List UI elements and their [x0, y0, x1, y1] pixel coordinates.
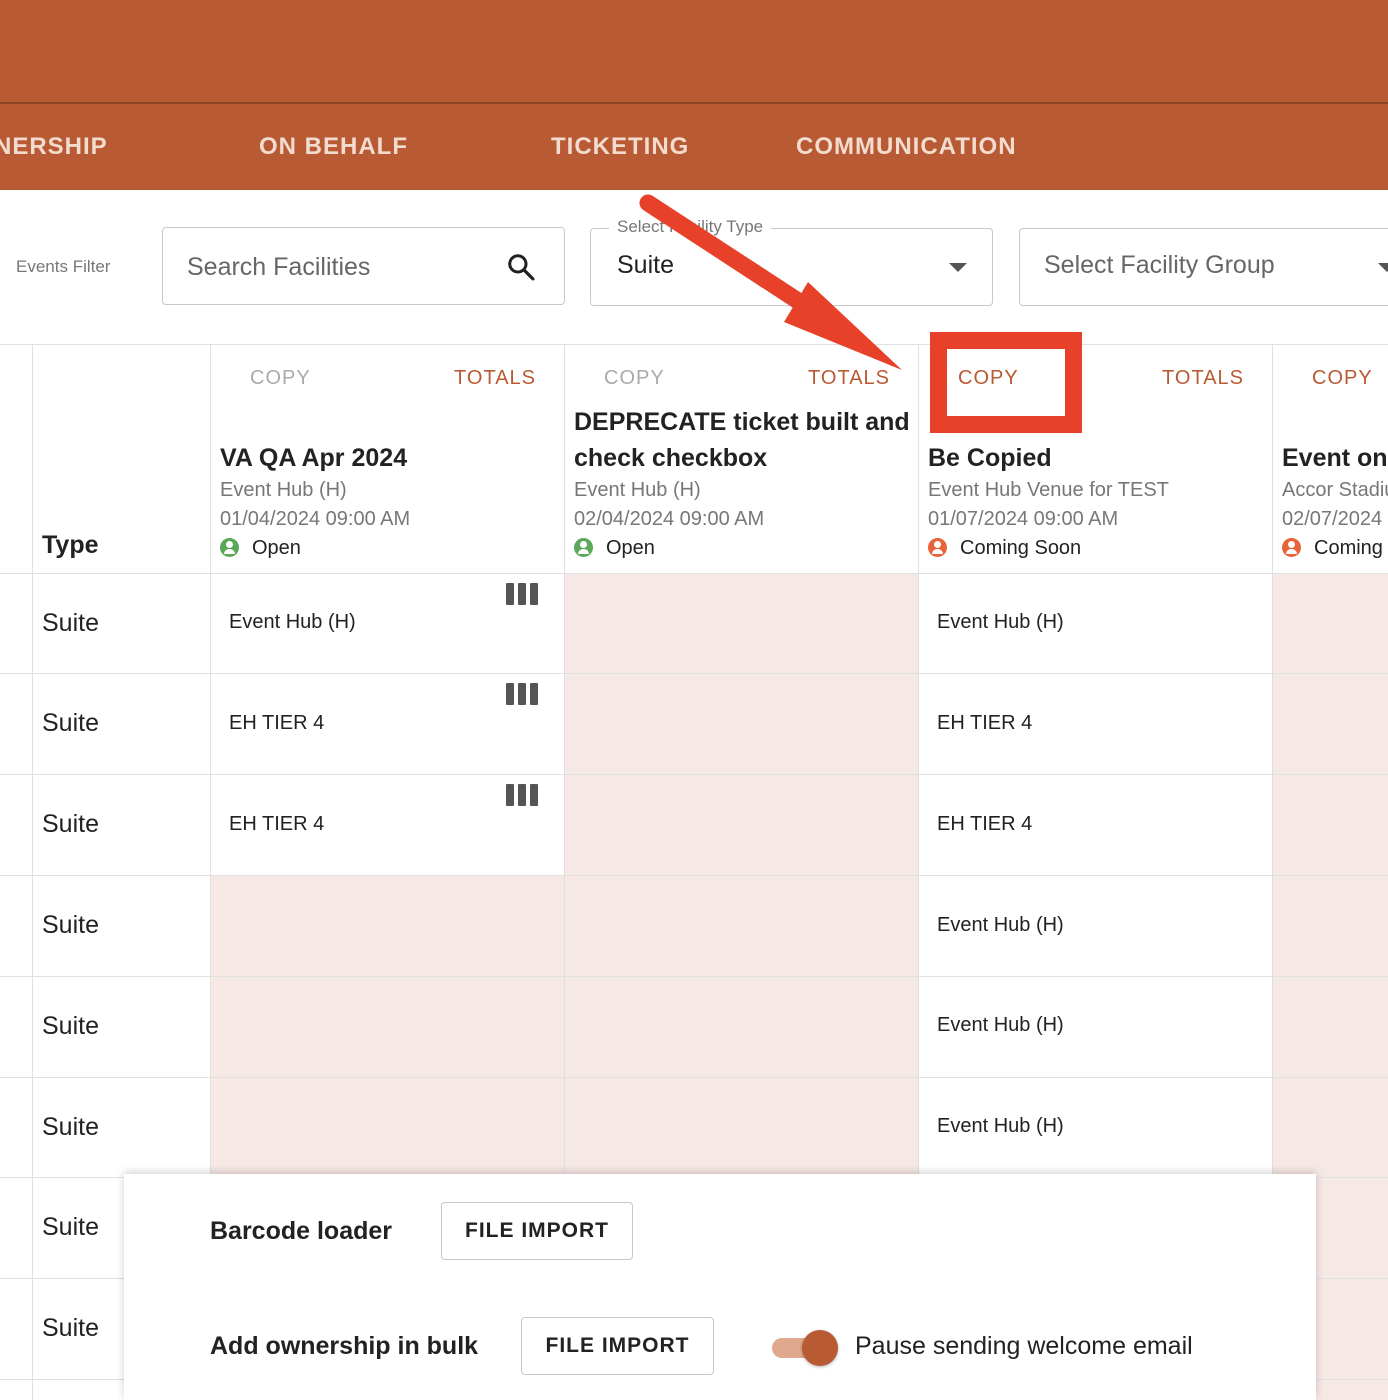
- event-title: Event on: [1282, 444, 1388, 472]
- chevron-down-icon: [1378, 263, 1388, 272]
- app-header: [0, 0, 1388, 103]
- chevron-down-icon: [949, 263, 967, 272]
- type-column-header: Type: [42, 531, 99, 559]
- facility-cell[interactable]: Event Hub (H): [937, 611, 1064, 634]
- facility-cell[interactable]: Event Hub (H): [937, 914, 1064, 937]
- facility-cell[interactable]: EH TIER 4: [229, 712, 324, 735]
- facility-type-label: Select Facility Type: [609, 217, 772, 237]
- row-type: Suite: [42, 709, 99, 737]
- row-type: Suite: [42, 1012, 99, 1040]
- barcode-icon[interactable]: [506, 583, 538, 605]
- status-text: Open: [252, 537, 301, 559]
- event-date: 01/04/2024 09:00 AM: [220, 508, 411, 530]
- grid-line: [0, 573, 1388, 574]
- event-column-header: COPY Event on Accor Stadium 02/07/2024 C…: [1273, 345, 1388, 573]
- event-venue: Event Hub (H): [220, 479, 347, 501]
- row-type: Suite: [42, 1314, 99, 1342]
- events-filter-label: Events Filter: [16, 257, 111, 276]
- grid-line: [0, 875, 1388, 876]
- event-title: VA QA Apr 2024: [220, 444, 408, 472]
- facility-cell[interactable]: Event Hub (H): [229, 611, 356, 634]
- facility-cell[interactable]: EH TIER 4: [937, 813, 1032, 836]
- barcode-loader-label: Barcode loader: [210, 1217, 393, 1245]
- copy-button[interactable]: COPY: [250, 367, 311, 390]
- event-title: DEPRECATE ticket built and: [574, 408, 910, 436]
- filter-bar: Events Filter Select Facility Type Suite…: [0, 190, 1388, 345]
- facility-cell[interactable]: EH TIER 4: [229, 813, 324, 836]
- grid-line: [0, 1077, 1388, 1078]
- event-date: 02/07/2024: [1282, 508, 1383, 530]
- event-date: 02/04/2024 09:00 AM: [574, 508, 765, 530]
- tab-ticketing[interactable]: TICKETING: [551, 104, 689, 190]
- totals-button[interactable]: TOTALS: [808, 367, 890, 390]
- event-venue: Event Hub Venue for TEST: [928, 479, 1169, 501]
- facility-cell[interactable]: Event Hub (H): [937, 1115, 1064, 1138]
- bulk-actions-panel: Barcode loader FILE IMPORT Add ownership…: [124, 1174, 1316, 1400]
- totals-button[interactable]: TOTALS: [1162, 367, 1244, 390]
- grid-line: [32, 345, 33, 1400]
- row-type: Suite: [42, 810, 99, 838]
- pause-welcome-email-toggle[interactable]: [772, 1330, 840, 1366]
- event-venue: Event Hub (H): [574, 479, 701, 501]
- toggle-knob: [802, 1330, 838, 1366]
- bulk-file-import-button[interactable]: FILE IMPORT: [521, 1317, 714, 1375]
- row-type: Suite: [42, 609, 99, 637]
- facility-type-value: Suite: [617, 251, 674, 279]
- tab-on-behalf[interactable]: ON BEHALF: [259, 104, 408, 190]
- event-status: Open: [220, 537, 301, 560]
- grid-line: [0, 774, 1388, 775]
- status-text: Coming: [1314, 537, 1383, 559]
- search-icon[interactable]: [506, 252, 536, 282]
- status-text: Open: [606, 537, 655, 559]
- copy-button[interactable]: COPY: [1312, 367, 1373, 390]
- copy-button[interactable]: COPY: [958, 367, 1019, 390]
- totals-button[interactable]: TOTALS: [454, 367, 536, 390]
- tab-ownership[interactable]: NERSHIP: [0, 104, 108, 190]
- row-type: Suite: [42, 1213, 99, 1241]
- status-text: Coming Soon: [960, 537, 1082, 559]
- barcode-icon[interactable]: [506, 784, 538, 806]
- pause-welcome-email-label: Pause sending welcome email: [855, 1332, 1193, 1360]
- event-status: Coming Soon: [928, 537, 1081, 560]
- event-venue: Accor Stadium: [1282, 479, 1388, 501]
- status-coming-soon-icon: [1282, 538, 1301, 557]
- bulk-ownership-label: Add ownership in bulk: [210, 1332, 479, 1360]
- facility-cell[interactable]: Event Hub (H): [937, 1014, 1064, 1037]
- search-field[interactable]: [162, 227, 565, 305]
- row-type: Suite: [42, 1113, 99, 1141]
- event-status: Open: [574, 537, 655, 560]
- event-title: Be Copied: [928, 444, 1052, 472]
- event-status: Coming: [1282, 537, 1383, 560]
- event-date: 01/07/2024 09:00 AM: [928, 508, 1119, 530]
- facility-type-select[interactable]: Select Facility Type Suite: [590, 217, 993, 306]
- status-open-icon: [574, 538, 593, 557]
- facility-group-select[interactable]: Select Facility Group: [1019, 228, 1388, 306]
- status-open-icon: [220, 538, 239, 557]
- nav-tabs: NERSHIP ON BEHALF TICKETING COMMUNICATIO…: [0, 104, 1388, 190]
- tab-communication[interactable]: COMMUNICATION: [796, 104, 1017, 190]
- status-coming-soon-icon: [928, 538, 947, 557]
- copy-button[interactable]: COPY: [604, 367, 665, 390]
- grid-line: [0, 673, 1388, 674]
- facility-cell[interactable]: EH TIER 4: [937, 712, 1032, 735]
- facility-group-placeholder: Select Facility Group: [1044, 251, 1275, 279]
- row-type: Suite: [42, 911, 99, 939]
- barcode-file-import-button[interactable]: FILE IMPORT: [441, 1202, 633, 1260]
- event-column-header: COPY TOTALS DEPRECATE ticket built and c…: [565, 345, 918, 573]
- grid-line: [0, 976, 1388, 977]
- barcode-icon[interactable]: [506, 683, 538, 705]
- search-input[interactable]: [187, 250, 487, 284]
- event-column-header: COPY TOTALS VA QA Apr 2024 Event Hub (H)…: [211, 345, 564, 573]
- event-column-header: COPY TOTALS Be Copied Event Hub Venue fo…: [919, 345, 1272, 573]
- event-title: check checkbox: [574, 444, 768, 472]
